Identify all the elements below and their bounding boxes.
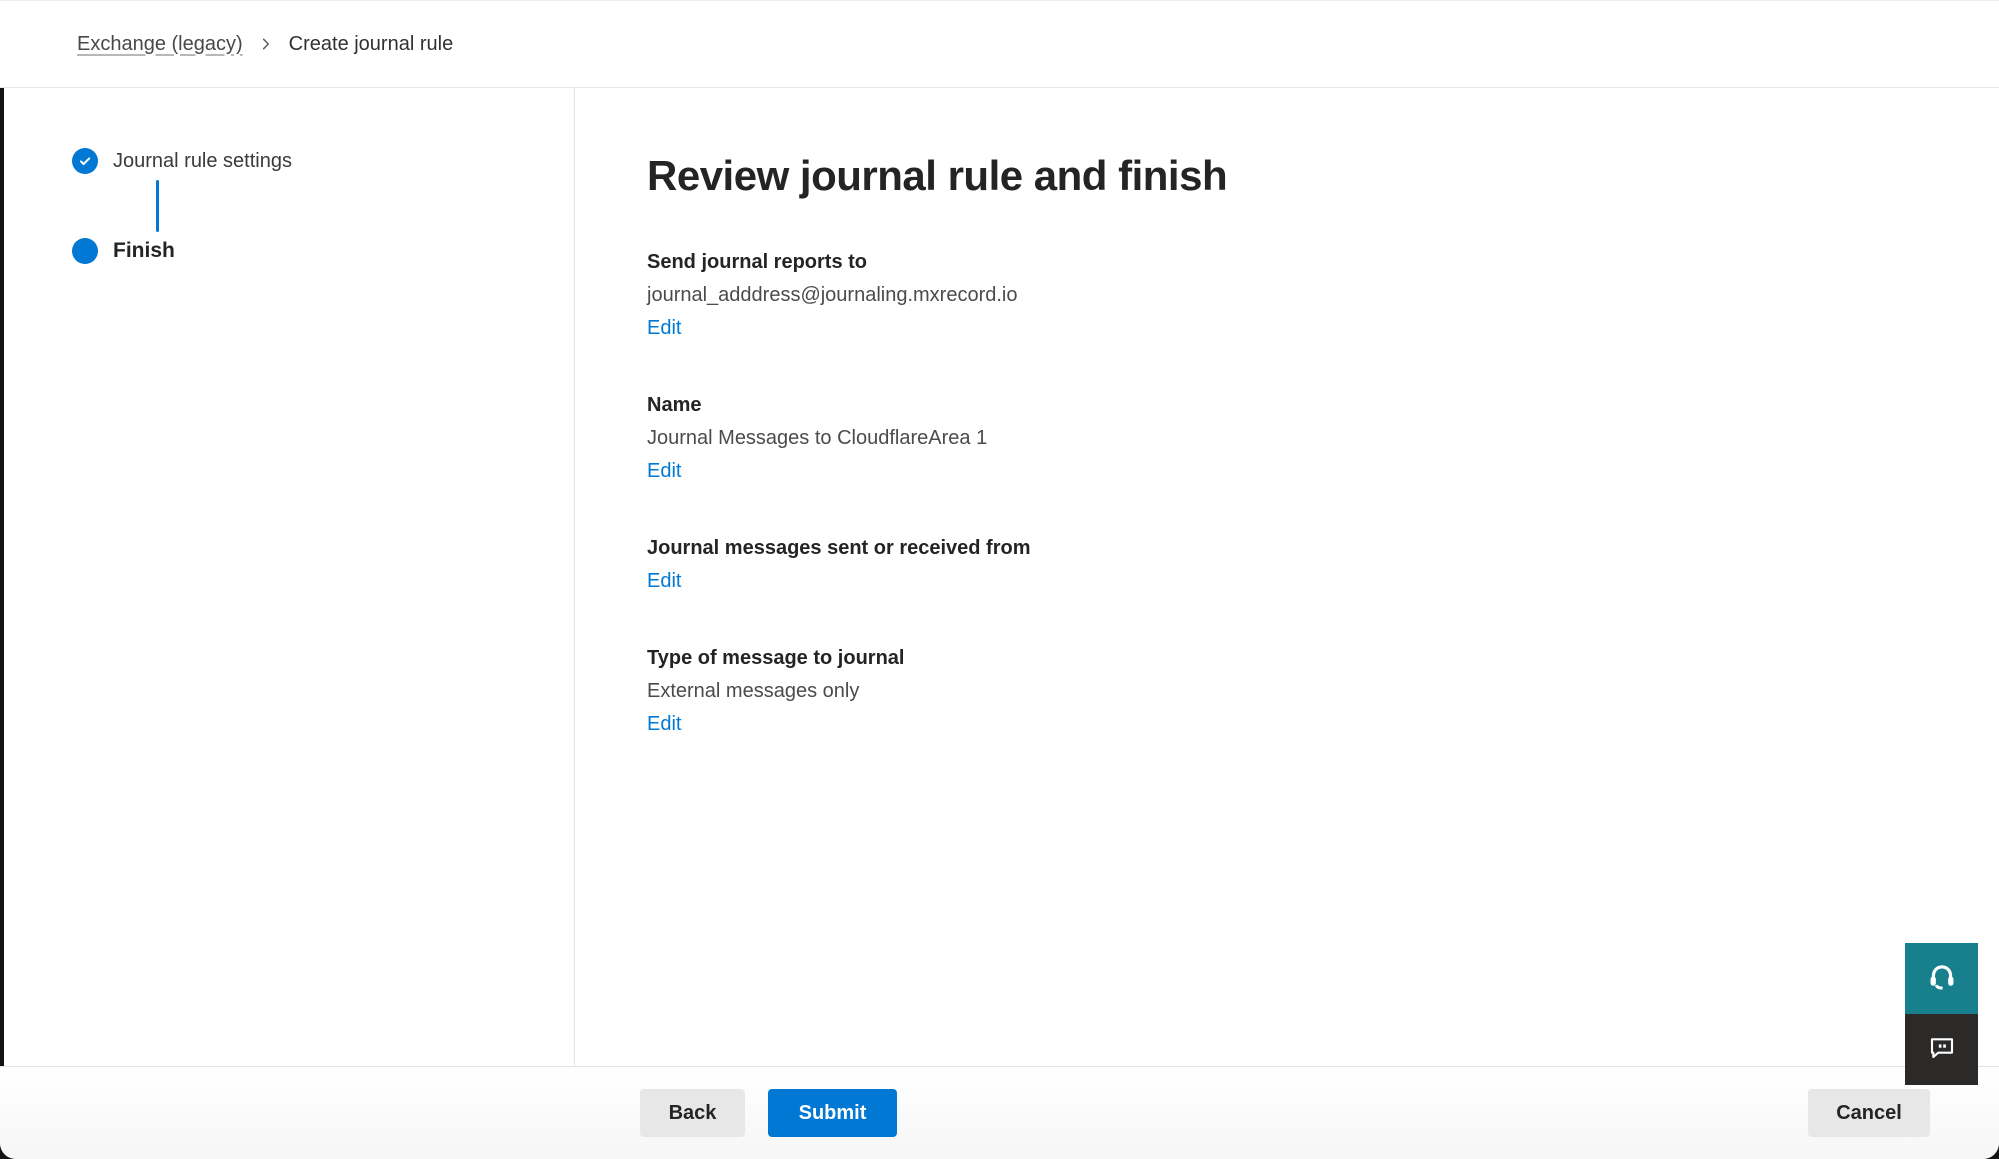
dialog-body: Journal rule settings Finish Review jour… — [0, 88, 1999, 1066]
headset-icon — [1926, 961, 1958, 996]
step-current-circle-icon — [72, 238, 98, 264]
page-title: Review journal rule and finish — [647, 150, 1919, 202]
edit-sent-received-link[interactable]: Edit — [647, 565, 681, 598]
section-label: Name — [647, 389, 1919, 422]
edit-name-link[interactable]: Edit — [647, 455, 681, 488]
footer-action-bar: Back Submit Cancel — [0, 1066, 1999, 1159]
create-journal-rule-dialog: Exchange (legacy) Create journal rule Jo… — [0, 0, 1999, 1159]
wizard-step-label: Finish — [113, 239, 175, 263]
wizard-step-journal-rule-settings[interactable]: Journal rule settings — [72, 148, 574, 174]
section-value: Journal Messages to CloudflareArea 1 — [647, 422, 1919, 455]
back-button[interactable]: Back — [640, 1089, 745, 1137]
floating-button-stack — [1905, 943, 1978, 1085]
section-label: Journal messages sent or received from — [647, 532, 1919, 565]
backdrop-edge — [0, 88, 4, 1066]
wizard-step-label: Journal rule settings — [113, 150, 292, 173]
wizard-step-finish[interactable]: Finish — [72, 238, 574, 264]
review-section-send-reports: Send journal reports to journal_adddress… — [647, 246, 1919, 345]
step-completed-check-icon — [72, 148, 98, 174]
review-panel: Review journal rule and finish Send jour… — [575, 88, 1999, 1066]
review-section-message-type: Type of message to journal External mess… — [647, 642, 1919, 741]
step-connector-line — [156, 180, 159, 232]
breadcrumb-bar: Exchange (legacy) Create journal rule — [0, 0, 1999, 88]
help-support-button[interactable] — [1905, 943, 1978, 1014]
section-value: External messages only — [647, 675, 1919, 708]
review-section-sent-received-from: Journal messages sent or received from E… — [647, 532, 1919, 598]
review-section-name: Name Journal Messages to CloudflareArea … — [647, 389, 1919, 488]
submit-button[interactable]: Submit — [768, 1089, 897, 1137]
section-value: journal_adddress@journaling.mxrecord.io — [647, 279, 1919, 312]
edit-send-reports-link[interactable]: Edit — [647, 312, 681, 345]
feedback-button[interactable] — [1905, 1014, 1978, 1085]
breadcrumb-exchange-legacy[interactable]: Exchange (legacy) — [77, 33, 243, 56]
cancel-button[interactable]: Cancel — [1808, 1089, 1930, 1137]
wizard-steps-rail: Journal rule settings Finish — [0, 88, 575, 1066]
section-label: Type of message to journal — [647, 642, 1919, 675]
section-label: Send journal reports to — [647, 246, 1919, 279]
breadcrumb-create-journal-rule: Create journal rule — [289, 33, 454, 56]
breadcrumb: Exchange (legacy) Create journal rule — [77, 33, 453, 56]
feedback-bubble-icon — [1926, 1032, 1958, 1067]
breadcrumb-chevron-icon — [259, 37, 273, 51]
edit-message-type-link[interactable]: Edit — [647, 708, 681, 741]
